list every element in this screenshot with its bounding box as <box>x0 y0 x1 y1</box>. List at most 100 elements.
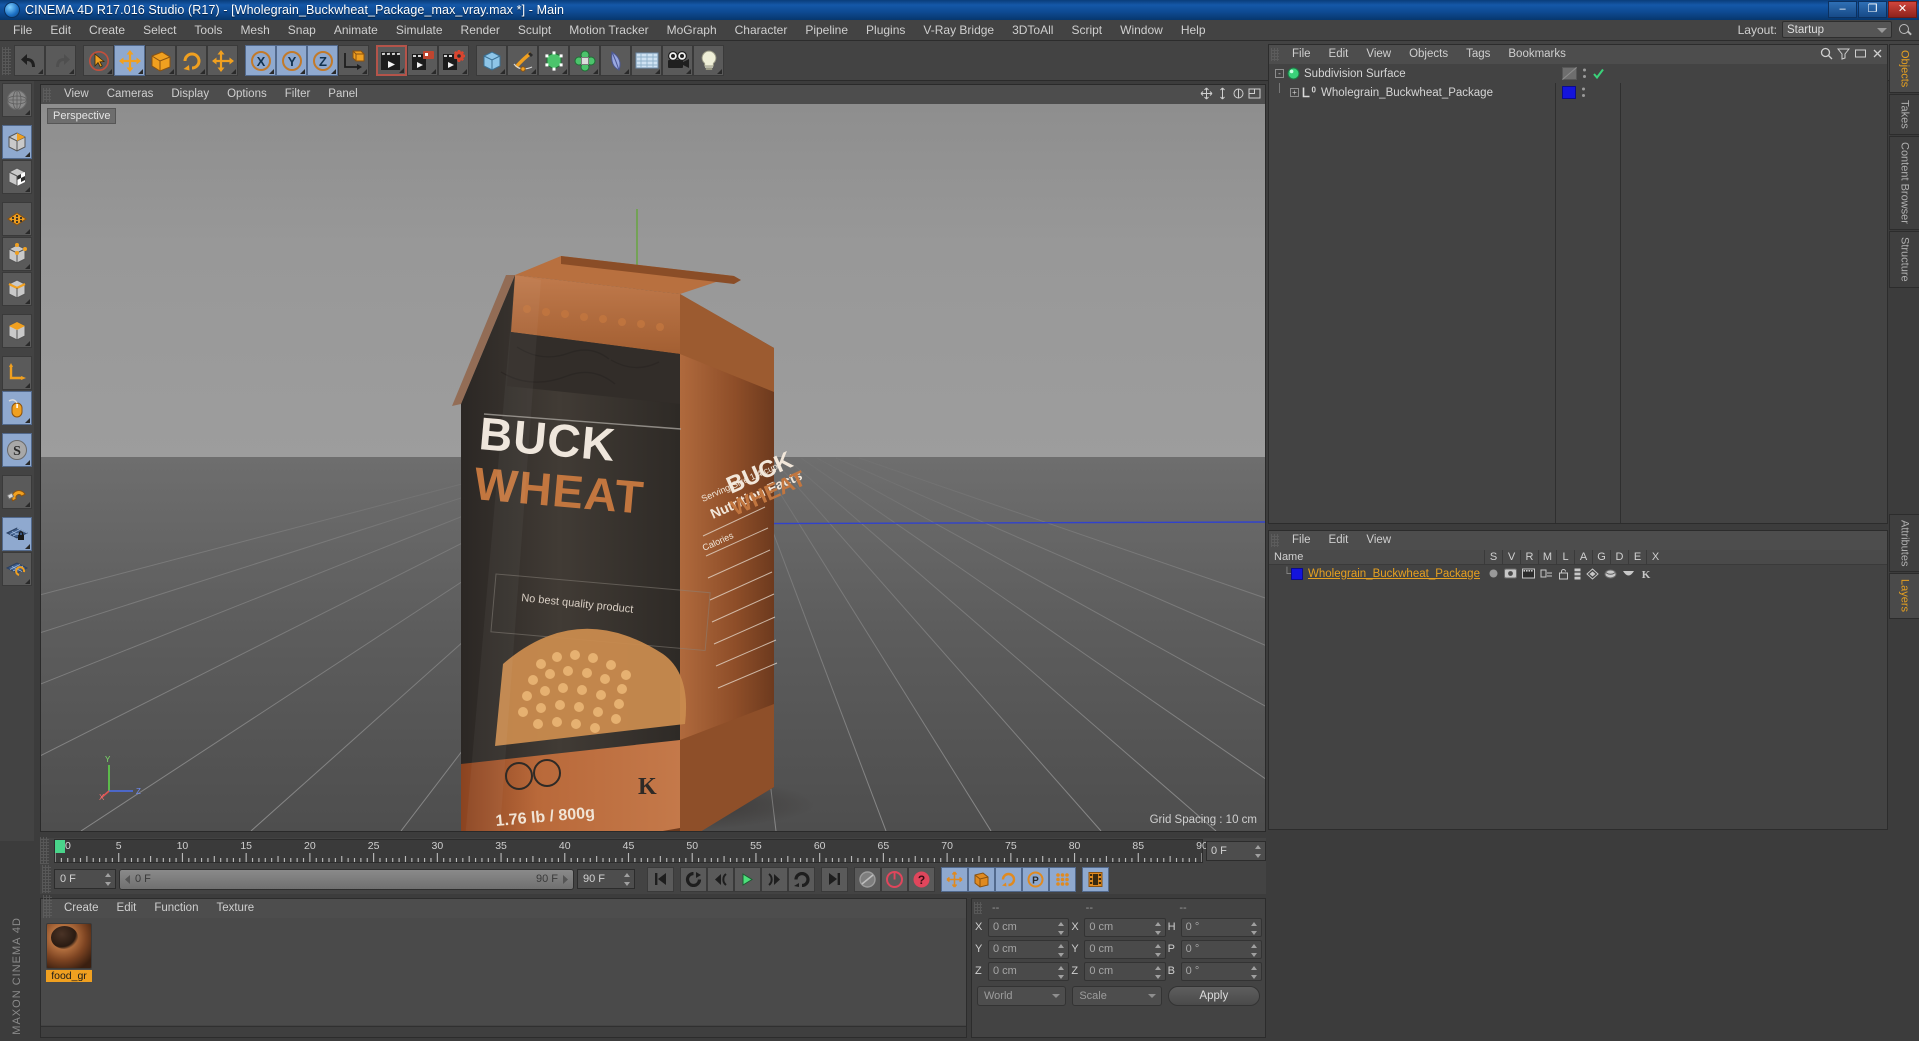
material-preview-thumbnail[interactable] <box>46 923 92 969</box>
points-mode-button[interactable] <box>2 202 32 236</box>
scale-tool-button[interactable] <box>145 45 176 76</box>
visibility-dot-icon[interactable] <box>1562 67 1577 80</box>
menu-item-help[interactable]: Help <box>1172 20 1215 41</box>
layer-column-header-s[interactable]: S <box>1484 549 1502 565</box>
panel-minimize-icon[interactable] <box>1854 47 1867 60</box>
point-level-animation-button[interactable] <box>1049 866 1076 892</box>
autokeying-button[interactable] <box>881 866 908 892</box>
animation-icon[interactable] <box>1574 568 1581 580</box>
array-modeling-button[interactable] <box>569 45 600 76</box>
menu-item-motion-tracker[interactable]: Motion Tracker <box>560 20 657 41</box>
layer-toggles[interactable]: K <box>1488 567 1652 580</box>
transport-grip[interactable] <box>42 865 51 893</box>
coordinate-field[interactable]: 0 cm <box>988 917 1070 937</box>
menu-item-sculpt[interactable]: Sculpt <box>509 20 560 41</box>
layer-column-header-e[interactable]: E <box>1628 549 1646 565</box>
rotation-key-button[interactable] <box>995 866 1022 892</box>
stepper-icon[interactable] <box>1250 943 1258 957</box>
material-menu-edit[interactable]: Edit <box>108 899 146 918</box>
scale-key-button[interactable] <box>968 866 995 892</box>
object-manager-grip[interactable] <box>1271 48 1279 61</box>
viewport-menu-view[interactable]: View <box>55 85 98 104</box>
visibility-icon[interactable] <box>1503 568 1517 579</box>
current-frame-field[interactable]: 0 F <box>54 869 116 889</box>
dock-tab-content-browser[interactable]: Content Browser <box>1889 136 1919 230</box>
timeline-frame-field[interactable]: 0 F <box>1206 841 1266 861</box>
layer-column-header-name[interactable]: Name <box>1269 551 1484 563</box>
layer-menu-edit[interactable]: Edit <box>1320 531 1358 550</box>
coordinate-field[interactable]: 0 cm <box>1084 961 1166 981</box>
move-tool-button[interactable] <box>114 45 145 76</box>
play-forward-button[interactable] <box>734 866 761 892</box>
snap-enable-button[interactable]: S <box>2 433 32 467</box>
window-controls[interactable]: – ❐ ✕ <box>1828 1 1917 18</box>
parameter-key-button[interactable]: P <box>1022 866 1049 892</box>
go-to-start-button[interactable] <box>647 866 674 892</box>
lock-z-button[interactable]: Z <box>307 45 338 76</box>
layer-manager-grip[interactable] <box>1271 534 1279 547</box>
loop-button[interactable] <box>788 866 815 892</box>
menu-item-create[interactable]: Create <box>80 20 134 41</box>
object-menu-file[interactable]: File <box>1283 45 1320 64</box>
dock-tab-structure[interactable]: Structure <box>1889 230 1919 288</box>
stepper-icon[interactable] <box>1058 921 1065 935</box>
stepper-icon[interactable] <box>1255 845 1262 858</box>
timeline-ruler[interactable]: 0 5 10 15 20 25 30 35 40 45 50 55 60 65 70 75 80 85 90 <box>54 839 1208 863</box>
material-item[interactable]: food_gr <box>46 923 92 982</box>
lock-icon[interactable] <box>1558 568 1569 580</box>
rotate-view-icon[interactable] <box>1232 87 1245 100</box>
panel-close-icon[interactable] <box>1871 47 1884 60</box>
material-menu-texture[interactable]: Texture <box>207 899 263 918</box>
go-to-end-button[interactable] <box>821 866 848 892</box>
coordinate-mode-dropdown[interactable]: Scale <box>1072 986 1162 1006</box>
expression-icon[interactable] <box>1622 569 1635 579</box>
undo-button[interactable] <box>14 45 45 76</box>
nurbs-generator-button[interactable] <box>538 45 569 76</box>
edges-mode-button[interactable] <box>2 237 32 271</box>
stepper-icon[interactable] <box>1154 921 1162 935</box>
render-region-button[interactable] <box>407 45 438 76</box>
keyframe-selection-button[interactable]: ? <box>908 866 935 892</box>
manager-icon[interactable] <box>1540 568 1553 579</box>
lock-y-button[interactable]: Y <box>276 45 307 76</box>
menu-item-render[interactable]: Render <box>452 20 509 41</box>
enabled-check-icon[interactable] <box>1592 67 1605 80</box>
dock-tab-takes[interactable]: Takes <box>1889 94 1919 136</box>
rotate-tool-button[interactable] <box>176 45 207 76</box>
object-tag-area[interactable] <box>1562 64 1605 83</box>
redo-button[interactable] <box>45 45 76 76</box>
menu-item-plugins[interactable]: Plugins <box>857 20 914 41</box>
object-menu-edit[interactable]: Edit <box>1320 45 1358 64</box>
preview-end-field[interactable]: 90 F <box>577 869 635 889</box>
search-icon[interactable] <box>1820 47 1833 60</box>
material-scrollbar[interactable] <box>41 1026 966 1037</box>
viewport-menu-cameras[interactable]: Cameras <box>98 85 163 104</box>
range-right-handle-icon[interactable] <box>561 874 569 884</box>
viewport-menu-options[interactable]: Options <box>218 85 276 104</box>
select-cursor-button[interactable] <box>83 45 114 76</box>
coordinate-system-dropdown[interactable]: World <box>977 986 1067 1006</box>
move-axis-button[interactable] <box>207 45 238 76</box>
menu-item-edit[interactable]: Edit <box>41 20 80 41</box>
light-button[interactable] <box>693 45 724 76</box>
menu-item-tools[interactable]: Tools <box>185 20 231 41</box>
preview-range-slider[interactable]: 0 F 90 F <box>119 868 574 890</box>
generator-icon[interactable] <box>1586 567 1599 580</box>
stepper-icon[interactable] <box>624 873 631 886</box>
stepper-icon[interactable] <box>1250 921 1258 935</box>
layer-column-header-r[interactable]: R <box>1520 549 1538 565</box>
dock-tab-attributes[interactable]: Attributes <box>1889 514 1919 573</box>
menu-item-snap[interactable]: Snap <box>279 20 325 41</box>
close-button[interactable]: ✕ <box>1888 1 1917 18</box>
layer-column-header-g[interactable]: G <box>1592 549 1610 565</box>
object-manager-header-icons[interactable] <box>1820 47 1884 60</box>
solo-icon[interactable] <box>1488 568 1499 579</box>
layer-column-header-a[interactable]: A <box>1574 549 1592 565</box>
zoom-view-icon[interactable] <box>1216 87 1229 100</box>
lock-x-button[interactable]: X <box>245 45 276 76</box>
object-menu-bookmarks[interactable]: Bookmarks <box>1499 45 1575 64</box>
layer-column-header-v[interactable]: V <box>1502 549 1520 565</box>
menu-item-3dtoall[interactable]: 3DToAll <box>1003 20 1062 41</box>
layer-column-header-l[interactable]: L <box>1556 549 1574 565</box>
viewport-solo-mouse-button[interactable] <box>2 391 32 425</box>
